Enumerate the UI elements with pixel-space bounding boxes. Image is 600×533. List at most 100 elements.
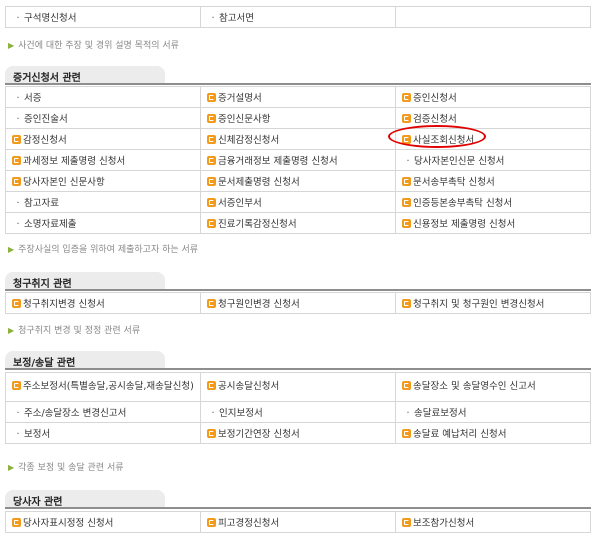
section-header-evidence: 증거신청서 관련 xyxy=(5,66,591,85)
document-icon xyxy=(207,93,216,102)
arrow-icon: ▶ xyxy=(8,326,15,335)
document-icon xyxy=(207,219,216,228)
doc-link[interactable]: · 참고서면 xyxy=(200,6,396,28)
doc-link[interactable]: 금융거래정보 제출명령 신청서 xyxy=(200,149,396,171)
top-document-table: · 구석명신청서 · 참고서면 xyxy=(5,6,591,28)
bullet-icon: · xyxy=(211,13,215,24)
document-icon xyxy=(207,429,216,438)
doc-link[interactable]: · 서증 xyxy=(5,86,201,108)
doc-link[interactable]: 증인신청서 xyxy=(395,86,591,108)
table-row: 주소보정서(특별송달,공시송달,재송달신청) 공시송달신청서 송달장소 및 송달… xyxy=(5,372,591,402)
document-icon xyxy=(207,198,216,207)
doc-link[interactable]: 증인신문사항 xyxy=(200,107,396,129)
doc-link[interactable]: 보정기간연장 신청서 xyxy=(200,422,396,444)
doc-link[interactable]: 송달장소 및 송달영수인 신고서 xyxy=(395,372,591,402)
table-row: 당사자본인 신문사항 문서제출명령 신청서 문서송부촉탁 신청서 xyxy=(5,170,591,192)
section-header-claim: 청구취지 관련 xyxy=(5,272,591,291)
doc-link[interactable]: · 증인진술서 xyxy=(5,107,201,129)
document-icon xyxy=(207,299,216,308)
doc-link[interactable]: 과세정보 제출명령 신청서 xyxy=(5,149,201,171)
document-icon xyxy=(402,219,411,228)
doc-link[interactable]: 신용정보 제출명령 신청서 xyxy=(395,212,591,234)
table-row: · 증인진술서 증인신문사항 검증신청서 xyxy=(5,107,591,129)
document-icon xyxy=(207,381,216,390)
doc-link[interactable]: 신체감정신청서 xyxy=(200,128,396,150)
claim-document-table: 청구취지변경 신청서 청구원인변경 신청서 청구취지 및 청구원인 변경신청서 xyxy=(5,292,591,314)
table-row: · 주소/송달장소 변경신고서 · 인지보정서 · 송달료보정서 xyxy=(5,401,591,423)
doc-link[interactable]: 서증인부서 xyxy=(200,191,396,213)
doc-link[interactable]: · 송달료보정서 xyxy=(395,401,591,423)
document-icon xyxy=(402,299,411,308)
doc-link[interactable]: 공시송달신청서 xyxy=(200,372,396,402)
table-row: 청구취지변경 신청서 청구원인변경 신청서 청구취지 및 청구원인 변경신청서 xyxy=(5,292,591,314)
bullet-icon: · xyxy=(16,13,20,24)
document-icon xyxy=(207,156,216,165)
doc-link[interactable]: · 구석명신청서 xyxy=(5,6,201,28)
section-note: ▶ 청구취지 변경 및 정정 관련 서류 xyxy=(8,326,141,336)
section-note: ▶ 주장사실의 입증을 위하여 제출하고자 하는 서류 xyxy=(8,245,199,255)
table-row: · 서증 증거설명서 증인신청서 xyxy=(5,86,591,108)
document-icon xyxy=(12,518,21,527)
doc-link[interactable]: · 인지보정서 xyxy=(200,401,396,423)
bullet-icon: · xyxy=(16,219,20,230)
document-icon xyxy=(207,114,216,123)
doc-link[interactable]: 청구취지 및 청구원인 변경신청서 xyxy=(395,292,591,314)
section-title: 증거신청서 관련 xyxy=(13,73,81,84)
document-icon xyxy=(402,93,411,102)
doc-link[interactable]: 송달료 예납처리 신청서 xyxy=(395,422,591,444)
document-icon xyxy=(12,156,21,165)
doc-link[interactable]: 피고경정신청서 xyxy=(200,511,396,533)
section-title: 청구취지 관련 xyxy=(13,279,72,290)
arrow-icon: ▶ xyxy=(8,41,15,50)
table-row: 과세정보 제출명령 신청서 금융거래정보 제출명령 신청서 · 당사자본인신문 신… xyxy=(5,149,591,171)
evidence-document-table: · 서증 증거설명서 증인신청서 · 증인진술서 증인신문사항 검증신청서 감정신청… xyxy=(5,86,591,234)
doc-link[interactable]: · 보정서 xyxy=(5,422,201,444)
table-row: · 보정서 보정기간연장 신청서 송달료 예납처리 신청서 xyxy=(5,422,591,444)
document-icon xyxy=(12,177,21,186)
table-row: · 소명자료제출 진료기록감정신청서 신용정보 제출명령 신청서 xyxy=(5,212,591,234)
doc-link[interactable]: 청구원인변경 신청서 xyxy=(200,292,396,314)
document-icon xyxy=(207,135,216,144)
table-row: · 참고자료 서증인부서 인증등본송부촉탁 신청서 xyxy=(5,191,591,213)
doc-link[interactable]: · 주소/송달장소 변경신고서 xyxy=(5,401,201,423)
table-row: · 구석명신청서 · 참고서면 xyxy=(5,6,591,28)
doc-link[interactable]: · 당사자본인신문 신청서 xyxy=(395,149,591,171)
bullet-icon: · xyxy=(406,408,410,419)
document-icon xyxy=(207,177,216,186)
doc-link[interactable]: 증거설명서 xyxy=(200,86,396,108)
doc-link[interactable]: · 소명자료제출 xyxy=(5,212,201,234)
doc-link[interactable]: 문서송부촉탁 신청서 xyxy=(395,170,591,192)
bullet-icon: · xyxy=(16,93,20,104)
document-icon xyxy=(12,135,21,144)
document-icon xyxy=(12,381,21,390)
doc-link[interactable]: 진료기록감정신청서 xyxy=(200,212,396,234)
table-row: 감정신청서 신체감정신청서 사실조회신청서 xyxy=(5,128,591,150)
bullet-icon: · xyxy=(16,408,20,419)
section-header-service: 보정/송달 관련 xyxy=(5,351,591,370)
document-icon xyxy=(402,198,411,207)
party-document-table: 당사자표시정정 신청서 피고경정신청서 보조참가신청서 xyxy=(5,511,591,533)
doc-link[interactable]: 당사자표시정정 신청서 xyxy=(5,511,201,533)
section-header-party: 당사자 관련 xyxy=(5,490,591,509)
doc-link[interactable]: 당사자본인 신문사항 xyxy=(5,170,201,192)
doc-link[interactable]: 청구취지변경 신청서 xyxy=(5,292,201,314)
highlight-circle xyxy=(388,125,486,148)
doc-link[interactable]: 문서제출명령 신청서 xyxy=(200,170,396,192)
bullet-icon: · xyxy=(16,198,20,209)
bullet-icon: · xyxy=(211,408,215,419)
bullet-icon: · xyxy=(16,114,20,125)
arrow-icon: ▶ xyxy=(8,463,15,472)
doc-link[interactable]: · 참고자료 xyxy=(5,191,201,213)
doc-link[interactable]: 인증등본송부촉탁 신청서 xyxy=(395,191,591,213)
document-icon xyxy=(402,114,411,123)
bullet-icon: · xyxy=(406,156,410,167)
empty-cell xyxy=(395,6,591,28)
doc-link[interactable]: 주소보정서(특별송달,공시송달,재송달신청) xyxy=(5,372,201,402)
document-icon xyxy=(207,518,216,527)
document-icon xyxy=(402,429,411,438)
doc-link[interactable]: 감정신청서 xyxy=(5,128,201,150)
section-title: 보정/송달 관련 xyxy=(13,358,76,369)
section-note: ▶ 각종 보정 및 송달 관련 서류 xyxy=(8,463,124,473)
doc-link[interactable]: 보조참가신청서 xyxy=(395,511,591,533)
table-row: 당사자표시정정 신청서 피고경정신청서 보조참가신청서 xyxy=(5,511,591,533)
